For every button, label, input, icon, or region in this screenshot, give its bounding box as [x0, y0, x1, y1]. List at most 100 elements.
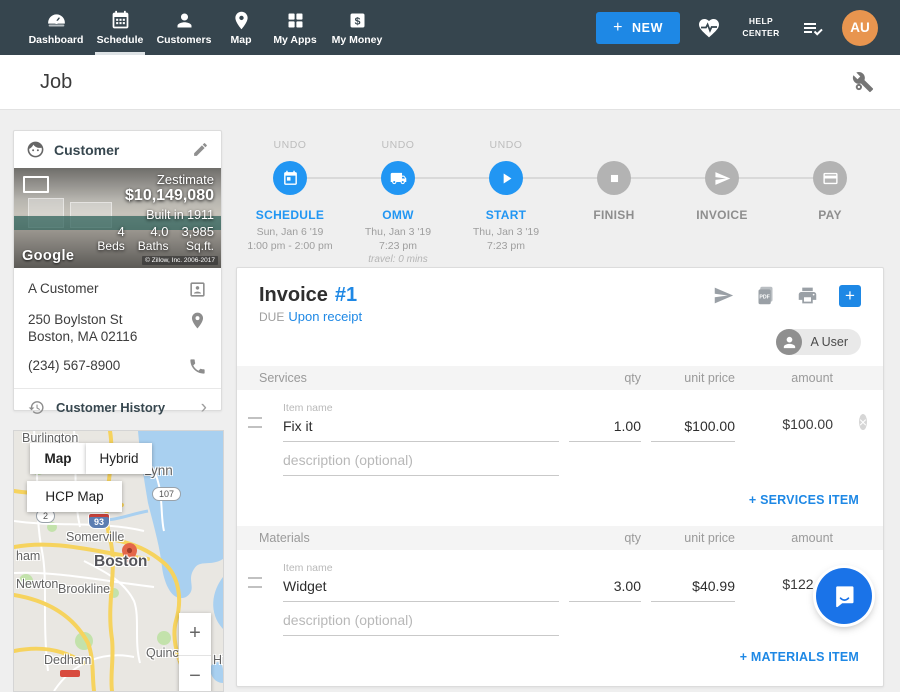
streetview-frame-icon[interactable]: [23, 176, 49, 193]
remove-service-item-button[interactable]: ×: [859, 414, 867, 430]
map-widget[interactable]: Burlington Lynn 107 2 93 Somerville ham …: [13, 430, 224, 692]
service-description-input[interactable]: [283, 452, 559, 476]
customer-history-row[interactable]: Customer History ›: [14, 389, 221, 426]
customer-address-row[interactable]: 250 Boylston StBoston, MA 02116: [28, 311, 207, 345]
calendar-icon: [110, 10, 131, 31]
finish-step-button[interactable]: [597, 161, 631, 195]
customer-name-row[interactable]: A Customer: [28, 280, 207, 299]
start-step-button[interactable]: [489, 161, 523, 195]
material-qty-input[interactable]: [569, 578, 641, 602]
due-terms-link[interactable]: Upon receipt: [288, 309, 362, 324]
undo-omw-link[interactable]: UNDO: [382, 139, 415, 152]
send-invoice-icon[interactable]: [713, 285, 734, 306]
materials-header: Materials qty unit price amount: [237, 526, 883, 550]
invoice-number-link[interactable]: #1: [335, 284, 357, 307]
material-unit-price-input[interactable]: [651, 578, 735, 602]
materials-section-title: Materials: [237, 531, 559, 545]
invoice-title: Invoice: [259, 284, 328, 307]
unit-price-column-header: unit price: [651, 371, 735, 385]
undo-start-link[interactable]: UNDO: [490, 139, 523, 152]
material-name-input[interactable]: [283, 578, 559, 602]
job-status-timeline: UNDO SCHEDULE Sun, Jan 6 '191:00 pm - 2:…: [236, 139, 884, 265]
zoom-out-button[interactable]: −: [179, 656, 211, 692]
nav-item-dashboard[interactable]: Dashboard: [24, 0, 88, 55]
invoice-step-button[interactable]: [705, 161, 739, 195]
map-label-dedham: Dedham: [44, 653, 91, 667]
assignee-chip[interactable]: A User: [776, 329, 861, 355]
service-name-input[interactable]: [283, 418, 559, 442]
customer-card: Customer Zestimate $10,149,080 Built in …: [13, 130, 222, 411]
sqft-value: 3,985: [181, 224, 214, 239]
print-icon[interactable]: [797, 285, 818, 306]
nav-label-dashboard: Dashboard: [29, 34, 84, 46]
drag-handle-icon[interactable]: [248, 417, 262, 428]
edit-pencil-icon[interactable]: [192, 141, 209, 158]
qty-column-header: qty: [569, 531, 641, 545]
step-label: OMW: [382, 208, 414, 222]
undo-schedule-link[interactable]: UNDO: [274, 139, 307, 152]
pay-step-button[interactable]: [813, 161, 847, 195]
nav-item-map[interactable]: Map: [216, 0, 266, 55]
customer-card-header: Customer: [14, 131, 221, 168]
i93-shield: 93: [88, 513, 110, 529]
step-label: SCHEDULE: [256, 208, 324, 222]
step-date: Sun, Jan 6 '19: [247, 225, 332, 239]
schedule-step-button[interactable]: [273, 161, 307, 195]
nav-item-my-money[interactable]: $ My Money: [324, 0, 390, 55]
omw-step-button[interactable]: [381, 161, 415, 195]
baths-label: Baths: [138, 239, 169, 253]
qty-column-header: qty: [569, 371, 641, 385]
map-label-newton: Newton: [16, 577, 58, 591]
pdf-icon[interactable]: PDF: [755, 285, 776, 306]
nav-item-my-apps[interactable]: My Apps: [266, 0, 324, 55]
customer-phone-row[interactable]: (234) 567-8900: [28, 357, 207, 376]
svg-text:$: $: [354, 15, 360, 27]
property-photo[interactable]: Zestimate $10,149,080 Built in 1911 4Bed…: [14, 168, 221, 268]
service-unit-price-input[interactable]: [651, 418, 735, 442]
speedometer-icon: [46, 10, 67, 31]
nav-item-customers[interactable]: Customers: [152, 0, 216, 55]
phone-icon: [188, 357, 207, 376]
nav-items: Dashboard Schedule Customers Map My Apps…: [0, 0, 390, 55]
plus-icon: +: [613, 19, 623, 37]
customer-phone: (234) 567-8900: [28, 357, 188, 374]
history-icon: [28, 399, 45, 416]
chat-bubble-button[interactable]: [816, 568, 872, 624]
zoom-in-button[interactable]: +: [179, 613, 211, 655]
list-check-icon[interactable]: [801, 16, 825, 40]
add-materials-item-link[interactable]: + MATERIALS ITEM: [740, 650, 859, 664]
assignee-avatar: [776, 329, 802, 355]
nav-label-map: Map: [231, 34, 252, 46]
material-description-input[interactable]: [283, 612, 559, 636]
map-type-button-hcp[interactable]: HCP Map: [27, 481, 122, 512]
help-center-link[interactable]: HELP CENTER: [738, 16, 784, 38]
assignee-name: A User: [810, 335, 848, 349]
drag-handle-icon[interactable]: [248, 577, 262, 588]
map-type-button-hybrid[interactable]: Hybrid: [86, 443, 152, 474]
nav-item-schedule[interactable]: Schedule: [88, 0, 152, 55]
timeline-step-schedule: UNDO SCHEDULE Sun, Jan 6 '191:00 pm - 2:…: [236, 139, 344, 267]
sqft-label: Sq.ft.: [186, 239, 214, 253]
material-item-row: Item name $122.97: [237, 562, 883, 602]
map-type-button-map[interactable]: Map: [30, 443, 86, 474]
user-avatar[interactable]: AU: [842, 10, 878, 46]
nav-label-my-money: My Money: [332, 34, 383, 46]
beds-label: Beds: [97, 239, 124, 253]
customer-info: A Customer 250 Boylston StBoston, MA 021…: [14, 268, 221, 376]
service-qty-input[interactable]: [569, 418, 641, 442]
add-invoice-button[interactable]: +: [839, 285, 861, 307]
service-amount: $100.00: [745, 416, 833, 442]
step-label: INVOICE: [696, 208, 747, 222]
calendar-icon: [282, 170, 299, 187]
amount-column-header: amount: [745, 531, 833, 545]
heart-pulse-icon[interactable]: [697, 16, 721, 40]
due-label: DUE: [259, 310, 284, 324]
timeline-step-invoice: INVOICE: [668, 139, 776, 267]
map-label-brookline: Brookline: [58, 582, 110, 596]
stop-icon: [606, 170, 623, 187]
invoice-card: Invoice #1 PDF + DUEUpon receipt A User …: [236, 267, 884, 687]
add-services-item-link[interactable]: + SERVICES ITEM: [749, 493, 859, 507]
google-logo: Google: [22, 248, 74, 264]
new-button[interactable]: + NEW: [596, 12, 680, 44]
job-tools-icon[interactable]: [852, 71, 874, 93]
